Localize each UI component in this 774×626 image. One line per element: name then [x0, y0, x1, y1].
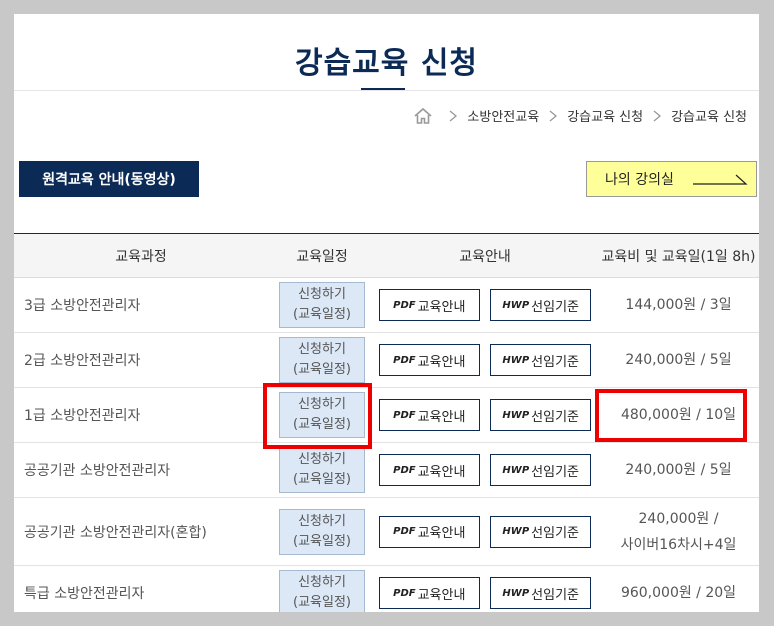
table-header-row: 교육과정 교육일정 교육안내 교육비 및 교육일(1일 8h)	[14, 233, 759, 278]
apply-label: 신청하기	[298, 342, 346, 357]
pdf-education-guide-button[interactable]: PDF 교육안내	[378, 515, 480, 548]
pdf-education-guide-button[interactable]: PDF 교육안내	[378, 399, 480, 431]
fee-and-duration: 960,000원 / 20일	[598, 565, 759, 612]
pdf-icon: PDF	[393, 526, 416, 537]
course-name: 공공기관 소방안전관리자(혼합)	[14, 497, 272, 566]
guide-label: 교육안내	[417, 299, 466, 315]
criteria-label: 선임기준	[531, 409, 579, 425]
arrow-right-icon	[692, 174, 748, 185]
hwp-criteria-button[interactable]: HWP 선임기준	[490, 289, 592, 321]
schedule-label: (교육일정)	[293, 472, 351, 487]
hwp-criteria-button[interactable]: HWP 선임기준	[490, 399, 592, 431]
table-row: 3급 소방안전관리자 신청하기 (교육일정) PDF 교육안내 HWP 선임기준 14…	[14, 277, 759, 333]
pdf-icon: PDF	[393, 587, 416, 599]
my-lecture-room-button[interactable]: 나의 강의실	[586, 161, 757, 197]
criteria-label: 선임기준	[531, 354, 579, 370]
remote-education-guide-button[interactable]: 원격교육 안내(동영상)	[19, 161, 199, 197]
criteria-label: 선임기준	[531, 299, 579, 315]
schedule-label: (교육일정)	[293, 533, 351, 549]
apply-label: 신청하기	[298, 575, 346, 590]
duration-line: 사이버16차시+4일	[620, 536, 737, 553]
schedule-label: (교육일정)	[293, 362, 351, 377]
page-title: 강습교육 신청	[294, 46, 479, 81]
course-name: 1급 소방안전관리자	[14, 387, 272, 443]
breadcrumb-item-current: 강습교육 신청	[671, 110, 747, 125]
table-row: 공공기관 소방안전관리자(혼합) 신청하기 (교육일정) PDF 교육안내 HWP 선…	[14, 497, 759, 566]
column-header-guide: 교육안내	[372, 233, 598, 278]
column-header-course: 교육과정	[14, 233, 272, 278]
fee-and-duration: 480,000원 / 10일	[598, 387, 759, 443]
guide-label: 교육안내	[417, 354, 466, 370]
hwp-criteria-button[interactable]: HWP 선임기준	[490, 515, 592, 548]
table-row: 1급 소방안전관리자 신청하기 (교육일정) PDF 교육안내 HWP 선임기준 48…	[14, 387, 759, 443]
table-row: 2급 소방안전관리자 신청하기 (교육일정) PDF 교육안내 HWP 선임기준 24…	[14, 332, 759, 388]
column-header-schedule: 교육일정	[272, 233, 372, 278]
schedule-label: (교육일정)	[293, 595, 351, 610]
hwp-criteria-button[interactable]: HWP 선임기준	[490, 344, 592, 376]
column-header-fee: 교육비 및 교육일(1일 8h)	[598, 233, 759, 278]
pdf-education-guide-button[interactable]: PDF 교육안내	[378, 454, 480, 486]
hwp-icon: HWP	[502, 354, 530, 366]
breadcrumb: 소방안전교육 강습교육 신청 강습교육 신청	[413, 106, 747, 125]
guide-label: 교육안내	[417, 464, 466, 480]
fee-line: 240,000원 /	[638, 510, 719, 527]
pdf-education-guide-button[interactable]: PDF 교육안내	[378, 344, 480, 376]
hwp-criteria-button[interactable]: HWP 선임기준	[490, 454, 592, 486]
apply-label: 신청하기	[298, 287, 346, 302]
fee-and-duration: 240,000원 / 5일	[598, 332, 759, 388]
course-name: 3급 소방안전관리자	[14, 277, 272, 333]
chevron-right-icon	[653, 110, 662, 121]
apply-schedule-button[interactable]: 신청하기 (교육일정)	[279, 570, 365, 612]
course-name: 특급 소방안전관리자	[14, 565, 272, 612]
table-row: 공공기관 소방안전관리자 신청하기 (교육일정) PDF 교육안내 HWP 선임기준 …	[14, 442, 759, 498]
apply-label: 신청하기	[298, 513, 346, 529]
pdf-icon: PDF	[393, 299, 416, 311]
apply-schedule-button[interactable]: 신청하기 (교육일정)	[279, 508, 365, 555]
guide-label: 교육안내	[417, 409, 466, 425]
schedule-label: (교육일정)	[293, 307, 351, 322]
criteria-label: 선임기준	[531, 464, 579, 480]
schedule-label: (교육일정)	[293, 417, 351, 432]
breadcrumb-item[interactable]: 강습교육 신청	[567, 106, 643, 125]
pdf-icon: PDF	[393, 354, 416, 366]
fee-and-duration: 240,000원 / 5일	[598, 442, 759, 498]
pdf-icon: PDF	[393, 409, 416, 421]
breadcrumb-item[interactable]: 소방안전교육	[467, 106, 539, 125]
my-lecture-room-label: 나의 강의실	[605, 172, 674, 188]
hwp-icon: HWP	[502, 409, 530, 421]
fee-and-duration: 240,000원 / 사이버16차시+4일	[598, 497, 759, 566]
pdf-icon: PDF	[393, 464, 416, 476]
apply-label: 신청하기	[298, 452, 346, 467]
apply-schedule-button[interactable]: 신청하기 (교육일정)	[279, 392, 365, 438]
fee-and-duration: 144,000원 / 3일	[598, 277, 759, 333]
hwp-icon: HWP	[502, 526, 530, 537]
pdf-education-guide-button[interactable]: PDF 교육안내	[378, 577, 480, 609]
home-icon[interactable]	[413, 107, 433, 125]
chevron-right-icon	[549, 110, 558, 121]
course-table: 교육과정 교육일정 교육안내 교육비 및 교육일(1일 8h) 3급 소방안전관…	[14, 233, 759, 612]
apply-schedule-button[interactable]: 신청하기 (교육일정)	[279, 282, 365, 328]
guide-label: 교육안내	[417, 587, 466, 603]
hwp-icon: HWP	[502, 464, 530, 476]
hwp-icon: HWP	[502, 587, 530, 599]
apply-schedule-button[interactable]: 신청하기 (교육일정)	[279, 447, 365, 493]
table-row: 특급 소방안전관리자 신청하기 (교육일정) PDF 교육안내 HWP 선임기준 96…	[14, 565, 759, 612]
content-page: 강습교육 신청 소방안전교육 강습교육 신청 강습교육 신청 원격교육 안내(동…	[14, 14, 759, 612]
apply-label: 신청하기	[298, 397, 346, 412]
hwp-criteria-button[interactable]: HWP 선임기준	[490, 577, 592, 609]
guide-label: 교육안내	[417, 526, 466, 541]
course-name: 2급 소방안전관리자	[14, 332, 272, 388]
hwp-icon: HWP	[502, 299, 530, 311]
course-name: 공공기관 소방안전관리자	[14, 442, 272, 498]
apply-schedule-button[interactable]: 신청하기 (교육일정)	[279, 337, 365, 383]
chevron-right-icon	[450, 110, 458, 121]
divider	[14, 90, 759, 91]
criteria-label: 선임기준	[531, 587, 579, 603]
pdf-education-guide-button[interactable]: PDF 교육안내	[378, 289, 480, 321]
criteria-label: 선임기준	[531, 526, 579, 541]
